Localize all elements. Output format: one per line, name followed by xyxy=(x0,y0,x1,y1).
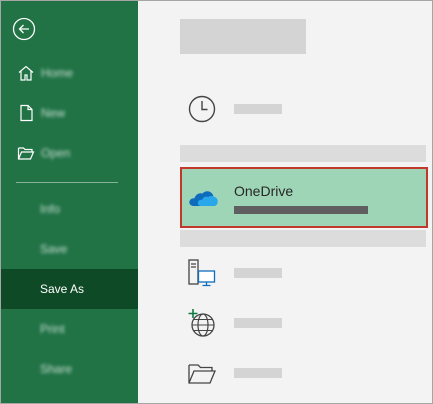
this-pc-icon xyxy=(188,259,216,287)
new-document-icon xyxy=(20,104,33,122)
sidebar-item-label: Print xyxy=(40,322,65,336)
sidebar-item-save[interactable]: Save xyxy=(1,229,138,269)
location-label-placeholder xyxy=(234,368,282,378)
sidebar-item-label: Save As xyxy=(40,282,85,296)
backstage-sidebar: Home New Open Info Save Save As Print Sh… xyxy=(1,1,138,403)
location-add-place[interactable] xyxy=(180,301,426,345)
sidebar-item-print[interactable]: Print xyxy=(1,309,138,349)
onedrive-label: OneDrive xyxy=(234,183,294,199)
folder-browse-icon xyxy=(188,364,216,384)
back-arrow-icon xyxy=(12,17,36,41)
location-this-pc[interactable] xyxy=(180,251,426,295)
sidebar-item-new[interactable]: New xyxy=(1,93,138,133)
add-place-globe-icon xyxy=(188,309,215,337)
onedrive-cloud-icon xyxy=(189,191,218,206)
sidebar-item-open[interactable]: Open xyxy=(1,133,138,173)
home-icon xyxy=(18,65,34,81)
location-label-placeholder xyxy=(234,318,282,328)
sidebar-item-label: Info xyxy=(40,202,61,216)
page-title xyxy=(180,19,306,54)
sidebar-item-info[interactable]: Info xyxy=(1,189,138,229)
location-onedrive[interactable]: OneDrive xyxy=(180,167,428,228)
sidebar-item-label: Share xyxy=(40,362,73,376)
save-as-panel: OneDrive xyxy=(138,1,432,403)
sidebar-divider xyxy=(16,182,118,183)
sidebar-item-label: New xyxy=(41,106,66,120)
back-button[interactable] xyxy=(12,17,36,41)
sidebar-item-share[interactable]: Share xyxy=(1,349,138,389)
sidebar-item-label: Save xyxy=(40,242,68,256)
sidebar-item-save-as[interactable]: Save As xyxy=(1,269,138,309)
sidebar-item-label: Home xyxy=(41,66,74,80)
section-separator xyxy=(180,230,426,247)
location-recent[interactable] xyxy=(180,87,426,131)
section-separator xyxy=(180,145,426,162)
onedrive-account-placeholder xyxy=(234,206,368,214)
location-label-placeholder xyxy=(234,268,282,278)
sidebar-item-label: Open xyxy=(41,146,71,160)
location-label-placeholder xyxy=(234,104,282,114)
sidebar-item-home[interactable]: Home xyxy=(1,53,138,93)
location-browse[interactable] xyxy=(180,351,426,395)
folder-open-icon xyxy=(17,147,35,160)
clock-icon xyxy=(188,95,216,123)
backstage-window: Home New Open Info Save Save As Print Sh… xyxy=(0,0,433,404)
